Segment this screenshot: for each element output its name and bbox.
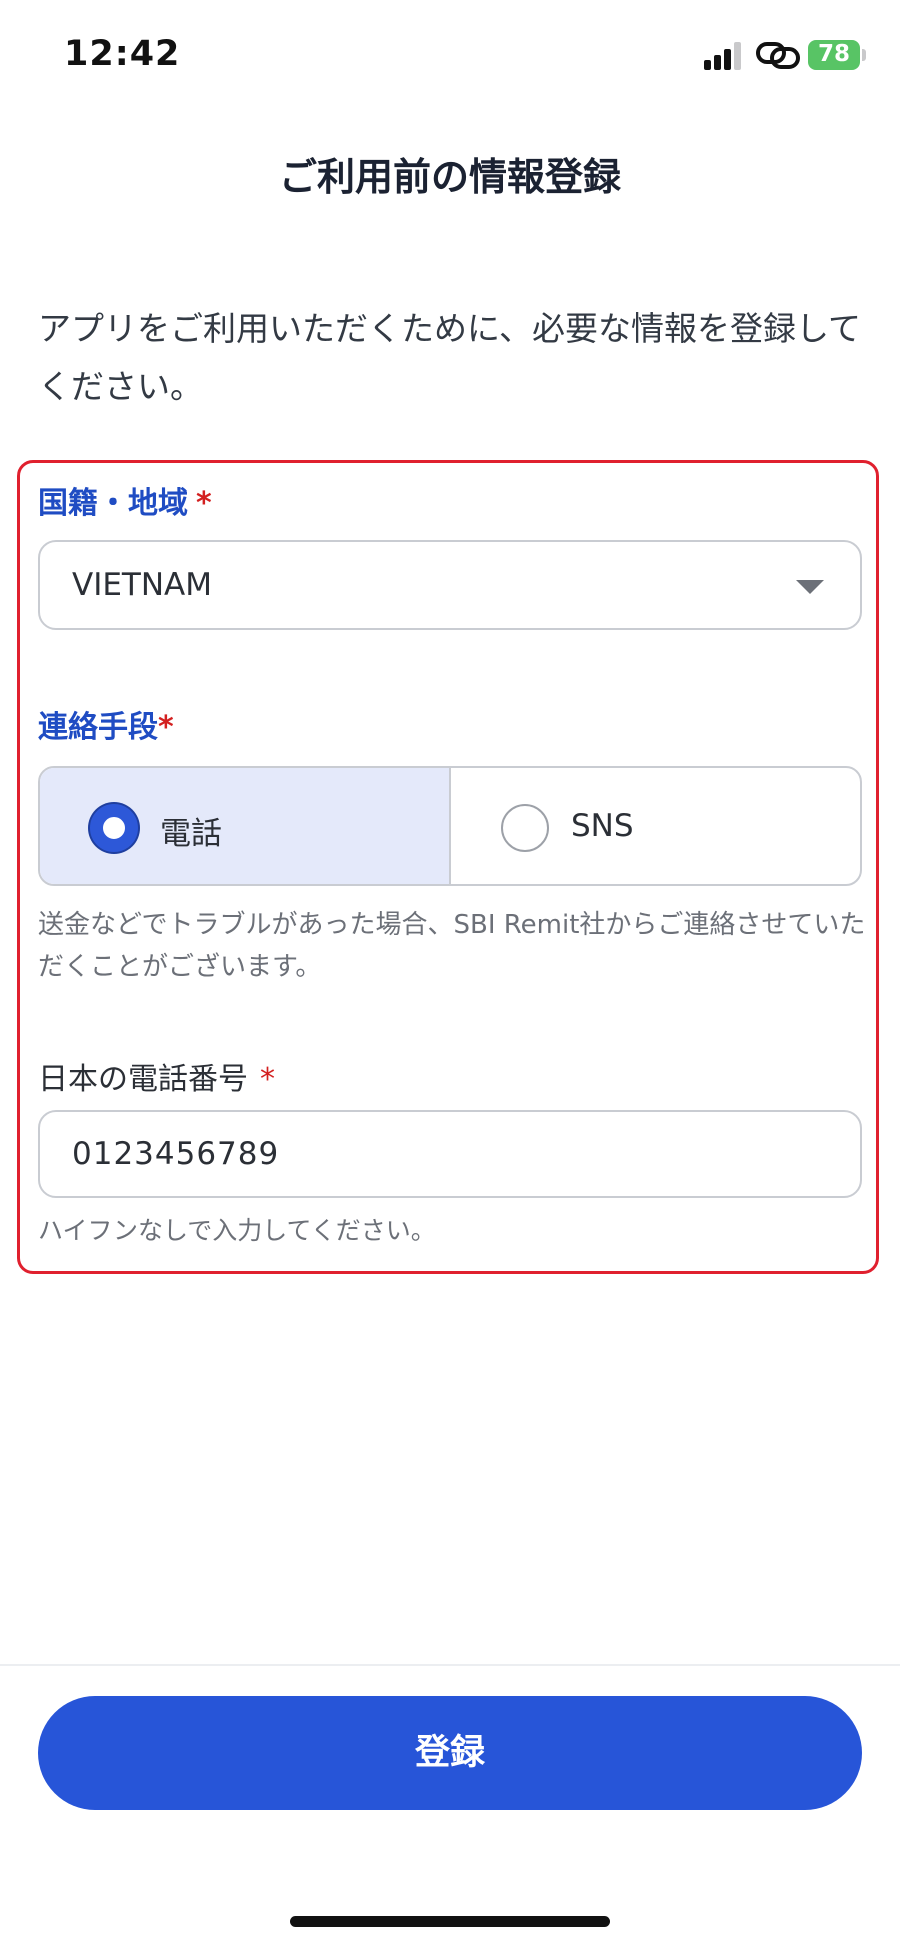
country-select[interactable]: VIETNAM <box>38 540 862 630</box>
intro-text: アプリをご利用いただくために、必要な情報を登録してください。 <box>38 309 862 406</box>
required-mark: * <box>196 486 212 521</box>
country-select-value: VIETNAM <box>72 567 213 603</box>
phone-label-text: 日本の電話番号 <box>38 1062 248 1097</box>
battery-level: 78 <box>817 41 850 67</box>
footer-divider <box>0 1664 900 1666</box>
status-time: 12:42 <box>64 34 181 74</box>
contact-method-help: 送金などでトラブルがあった場合、SBI Remit社からご連絡させていただくこと… <box>38 910 866 982</box>
home-indicator <box>290 1916 610 1927</box>
contact-method-radio-group: 電話 SNS <box>38 766 862 886</box>
battery-charging-icon: 78 <box>808 40 866 70</box>
phone-number-value: 0123456789 <box>72 1136 280 1172</box>
phone-label: 日本の電話番号 * <box>38 1054 275 1098</box>
registration-screen: 12:42 78 ご利用前の情報登録 アプリをご利用いただくために、必要な情報を… <box>0 0 900 1949</box>
contact-option-label: SNS <box>571 808 634 844</box>
link-icon <box>756 42 800 69</box>
register-button[interactable]: 登録 <box>38 1696 862 1810</box>
required-mark: * <box>158 710 174 745</box>
phone-number-input[interactable]: 0123456789 <box>38 1110 862 1198</box>
dropdown-caret-icon <box>796 580 824 594</box>
contact-method-label: 連絡手段* <box>38 702 174 746</box>
radio-unselected-icon[interactable] <box>501 804 549 852</box>
country-label-text: 国籍・地域 <box>38 486 188 521</box>
required-mark: * <box>260 1062 275 1097</box>
country-label: 国籍・地域 * <box>38 478 212 522</box>
contact-method-label-text: 連絡手段 <box>38 710 158 745</box>
cellular-signal-icon <box>704 40 748 70</box>
contact-option-label: 電話 <box>160 816 222 852</box>
contact-option-phone[interactable]: 電話 <box>40 768 451 884</box>
radio-selected-icon[interactable] <box>90 804 138 852</box>
page-title: ご利用前の情報登録 <box>278 155 621 199</box>
phone-help: ハイフンなしで入力してください。 <box>38 1216 436 1245</box>
contact-option-sns[interactable]: SNS <box>451 768 860 884</box>
status-bar: 12:42 78 <box>0 0 900 110</box>
